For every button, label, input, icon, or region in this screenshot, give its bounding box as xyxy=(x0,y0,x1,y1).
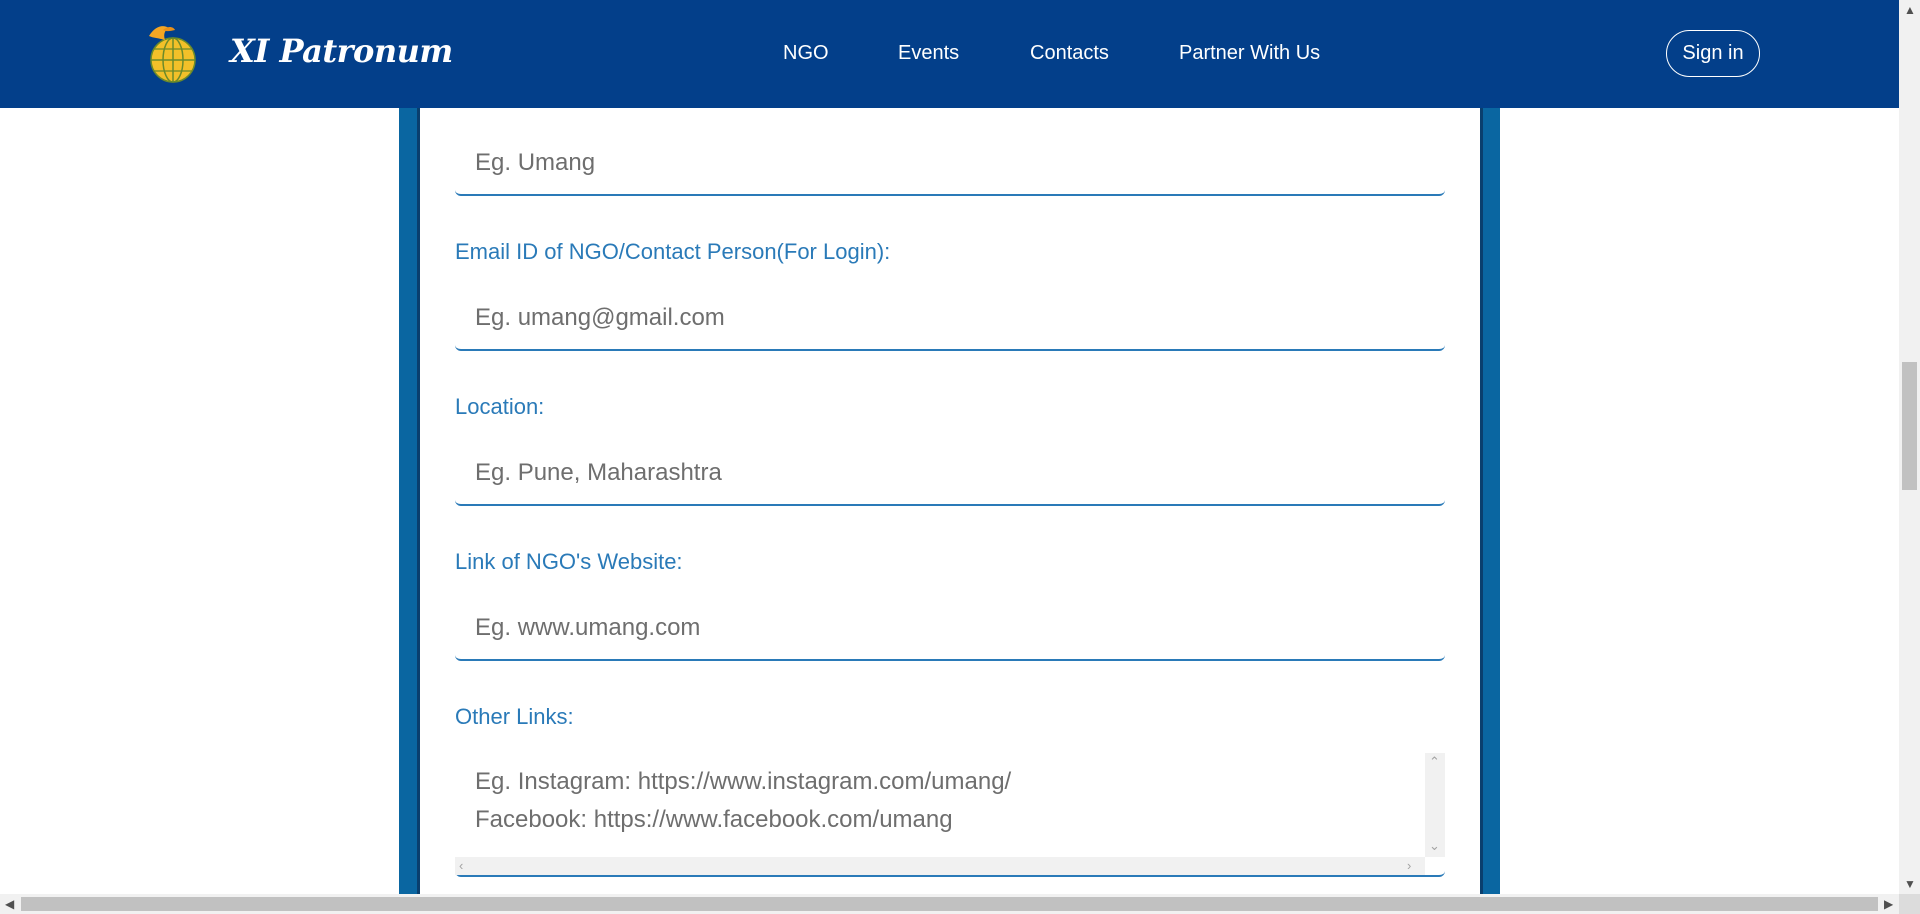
location-input[interactable] xyxy=(455,442,1445,506)
scroll-down-icon[interactable]: ▼ xyxy=(1904,878,1916,890)
other-links-field: ⌃ ⌄ ‹ › xyxy=(455,753,1445,877)
page-horizontal-scroll-thumb[interactable] xyxy=(21,897,1878,911)
scrollbar-corner xyxy=(1899,894,1920,914)
sign-in-button[interactable]: Sign in xyxy=(1666,30,1760,77)
location-label: Location: xyxy=(455,394,545,419)
website-label: Link of NGO's Website: xyxy=(455,549,683,574)
chevron-up-icon[interactable]: ⌃ xyxy=(1429,755,1440,768)
chevron-right-icon[interactable]: › xyxy=(1407,859,1411,872)
textarea-horizontal-scrollbar[interactable]: ‹ › xyxy=(455,857,1425,875)
scroll-up-icon[interactable]: ▲ xyxy=(1904,4,1916,16)
email-label: Email ID of NGO/Contact Person(For Login… xyxy=(455,239,891,264)
nav-links: NGO Events Contacts Partner With Us xyxy=(0,42,1899,66)
other-links-textarea[interactable] xyxy=(455,753,1425,857)
chevron-down-icon[interactable]: ⌄ xyxy=(1429,839,1440,852)
scroll-right-icon[interactable]: ▶ xyxy=(1884,898,1893,910)
email-input[interactable] xyxy=(455,287,1445,351)
page-horizontal-scrollbar[interactable]: ◀ ▶ xyxy=(0,894,1899,914)
nav-link-partner-with-us[interactable]: Partner With Us xyxy=(1179,42,1320,65)
ngo-registration-form: Email ID of NGO/Contact Person(For Login… xyxy=(455,108,1445,894)
other-links-label: Other Links: xyxy=(455,704,574,729)
page-vertical-scrollbar[interactable]: ▲ ▼ xyxy=(1899,0,1920,894)
chevron-left-icon[interactable]: ‹ xyxy=(459,859,463,872)
nav-link-contacts[interactable]: Contacts xyxy=(1030,42,1109,65)
form-frame-right xyxy=(1483,108,1500,894)
navbar: XI Patronum NGO Events Contacts Partner … xyxy=(0,0,1899,108)
textarea-vertical-scrollbar[interactable]: ⌃ ⌄ xyxy=(1425,753,1445,857)
page-vertical-scroll-thumb[interactable] xyxy=(1902,362,1917,490)
nav-link-ngo[interactable]: NGO xyxy=(783,42,829,65)
ngo-name-input[interactable] xyxy=(455,132,1445,196)
website-input[interactable] xyxy=(455,597,1445,661)
scroll-left-icon[interactable]: ◀ xyxy=(5,898,14,910)
nav-link-events[interactable]: Events xyxy=(898,42,959,65)
form-frame-left xyxy=(399,108,417,894)
page: XI Patronum NGO Events Contacts Partner … xyxy=(0,0,1920,914)
form-frame-left-inner xyxy=(417,108,420,894)
